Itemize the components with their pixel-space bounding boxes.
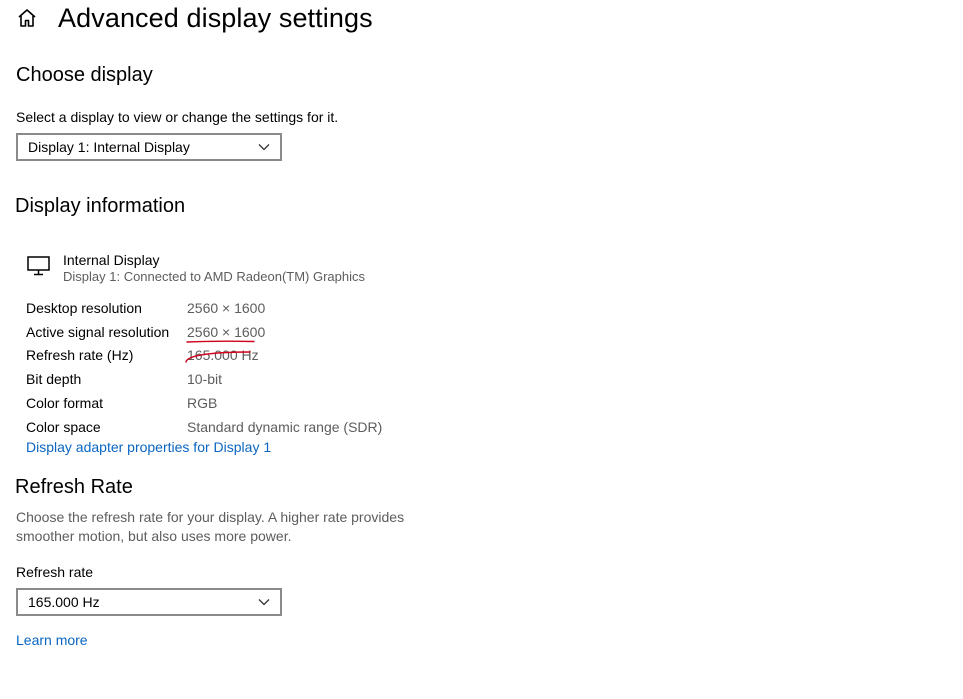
display-info-table: Desktop resolution 2560 × 1600 Active si… bbox=[26, 296, 382, 439]
info-row-desktop-resolution: Desktop resolution 2560 × 1600 bbox=[26, 296, 382, 320]
info-label: Refresh rate (Hz) bbox=[26, 347, 134, 364]
display-adapter-properties-link[interactable]: Display adapter properties for Display 1 bbox=[26, 439, 271, 455]
info-value: 2560 × 1600 bbox=[187, 323, 266, 340]
info-row-color-space: Color space Standard dynamic range (SDR) bbox=[26, 415, 382, 439]
home-icon[interactable] bbox=[16, 7, 38, 29]
chevron-down-icon bbox=[257, 595, 271, 609]
page-header: Advanced display settings bbox=[16, 0, 373, 36]
info-value: 10-bit bbox=[187, 371, 223, 388]
info-row-refresh-rate: Refresh rate (Hz) 165.000 Hz bbox=[26, 344, 382, 368]
info-value: Standard dynamic range (SDR) bbox=[187, 418, 383, 435]
info-row-color-format: Color format RGB bbox=[26, 391, 382, 415]
info-label: Desktop resolution bbox=[26, 299, 142, 316]
display-connection: Display 1: Connected to AMD Radeon(TM) G… bbox=[63, 269, 366, 284]
info-label: Active signal resolution bbox=[26, 323, 170, 340]
chevron-down-icon bbox=[257, 140, 271, 154]
refresh-rate-select[interactable]: 165.000 Hz bbox=[16, 588, 282, 616]
choose-display-heading: Choose display bbox=[16, 64, 153, 86]
refresh-rate-description: Choose the refresh rate for your display… bbox=[16, 509, 405, 544]
info-label: Color space bbox=[26, 418, 101, 435]
display-information-heading: Display information bbox=[15, 195, 186, 217]
refresh-rate-heading: Refresh Rate bbox=[15, 476, 133, 498]
monitor-icon bbox=[26, 255, 52, 277]
refresh-rate-field-label: Refresh rate bbox=[16, 564, 94, 580]
display-summary: Internal Display Display 1: Connected to… bbox=[26, 252, 365, 286]
info-label: Bit depth bbox=[26, 371, 82, 388]
display-select[interactable]: Display 1: Internal Display bbox=[16, 133, 282, 161]
info-row-bit-depth: Bit depth 10-bit bbox=[26, 367, 382, 391]
page-title: Advanced display settings bbox=[58, 2, 373, 33]
display-select-value: Display 1: Internal Display bbox=[28, 139, 190, 155]
display-name: Internal Display bbox=[63, 252, 160, 268]
learn-more-link[interactable]: Learn more bbox=[16, 632, 88, 648]
info-value: 165.000 Hz bbox=[187, 347, 259, 364]
refresh-rate-select-value: 165.000 Hz bbox=[28, 594, 100, 610]
choose-display-instruction: Select a display to view or change the s… bbox=[16, 109, 339, 125]
info-value: 2560 × 1600 bbox=[187, 299, 266, 316]
info-row-active-signal-resolution: Active signal resolution 2560 × 1600 bbox=[26, 320, 382, 344]
info-value: RGB bbox=[187, 395, 218, 412]
info-label: Color format bbox=[26, 395, 104, 412]
